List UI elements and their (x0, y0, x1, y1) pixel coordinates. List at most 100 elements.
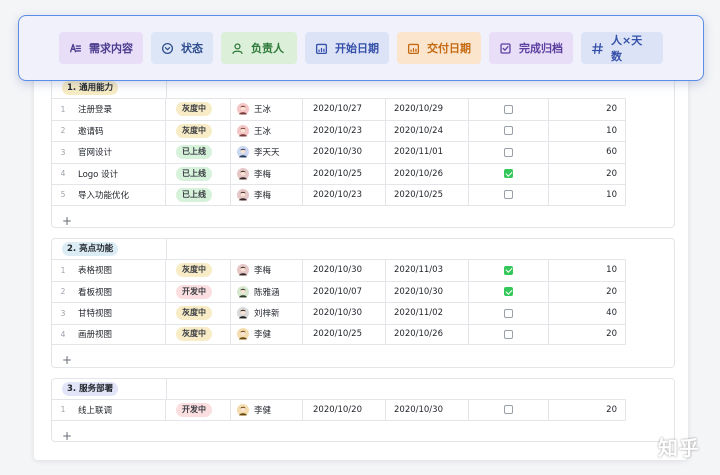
archive-cell[interactable] (469, 142, 549, 163)
start-date-cell[interactable]: 2020/10/25 (303, 324, 386, 344)
man-days-cell[interactable]: 20 (549, 281, 626, 302)
start-date-cell[interactable]: 2020/10/30 (303, 260, 386, 281)
table-row[interactable]: 4 Logo 设计 已上线 李梅 2020/10/25 2020/10/26 20 (52, 162, 626, 184)
archive-cell[interactable] (469, 303, 549, 324)
start-date-cell[interactable]: 2020/10/30 (303, 142, 386, 163)
end-date-cell[interactable]: 2020/10/26 (386, 324, 469, 344)
table-row[interactable]: 4 画册视图 灰度中 李健 2020/10/25 2020/10/26 20 (52, 323, 626, 345)
status-cell[interactable]: 开发中 (166, 281, 231, 302)
end-date-cell[interactable]: 2020/10/26 (386, 163, 469, 184)
checkbox-unchecked[interactable] (504, 104, 513, 114)
owner-cell[interactable]: 李梅 (231, 185, 303, 205)
checkbox-unchecked[interactable] (504, 329, 513, 339)
owner-cell[interactable]: 陈雅涵 (231, 281, 303, 302)
table-row[interactable]: 3 甘特视图 灰度中 刘梓新 2020/10/30 2020/11/02 40 (52, 302, 626, 324)
group-header[interactable]: 2. 亮点功能 (52, 239, 167, 259)
status-cell[interactable]: 灰度中 (166, 120, 231, 141)
checkbox-checked[interactable] (504, 169, 513, 179)
man-days-cell[interactable]: 20 (549, 99, 626, 120)
requirement-cell[interactable]: 注册登录 (74, 99, 166, 120)
end-date-cell[interactable]: 2020/10/30 (386, 281, 469, 302)
end-date-cell[interactable]: 2020/11/01 (386, 142, 469, 163)
end-date-cell[interactable]: 2020/10/24 (386, 120, 469, 141)
man-days-cell[interactable]: 20 (549, 324, 626, 344)
archive-cell[interactable] (469, 260, 549, 281)
status-cell[interactable]: 灰度中 (166, 99, 231, 120)
status-cell[interactable]: 灰度中 (166, 324, 231, 344)
end-date-cell[interactable]: 2020/11/03 (386, 260, 469, 281)
field-chip-4[interactable]: 交付日期 (397, 32, 481, 64)
table-row[interactable]: 2 邀请码 灰度中 王冰 2020/10/23 2020/10/24 10 (52, 119, 626, 141)
archive-cell[interactable] (469, 120, 549, 141)
requirement-cell[interactable]: Logo 设计 (74, 163, 166, 184)
owner-cell[interactable]: 李天天 (231, 142, 303, 163)
owner-cell[interactable]: 王冰 (231, 120, 303, 141)
owner-cell[interactable]: 王冰 (231, 99, 303, 120)
requirement-cell[interactable]: 看板视图 (74, 281, 166, 302)
man-days-cell[interactable]: 10 (549, 120, 626, 141)
table-row[interactable]: 2 看板视图 开发中 陈雅涵 2020/10/07 2020/10/30 20 (52, 280, 626, 302)
table-row[interactable]: 1 注册登录 灰度中 王冰 2020/10/27 2020/10/29 20 (52, 98, 626, 120)
status-cell[interactable]: 已上线 (166, 185, 231, 205)
man-days-cell[interactable]: 40 (549, 303, 626, 324)
field-chip-3[interactable]: 开始日期 (305, 32, 389, 64)
archive-cell[interactable] (469, 400, 549, 420)
add-row-button[interactable]: + (62, 354, 72, 366)
field-chip-5[interactable]: 完成归档 (489, 32, 573, 64)
table-row[interactable]: 1 表格视图 灰度中 李梅 2020/10/30 2020/11/03 10 (52, 259, 626, 281)
owner-cell[interactable]: 李梅 (231, 163, 303, 184)
table-row[interactable]: 1 线上联调 开发中 李健 2020/10/20 2020/10/30 20 (52, 399, 626, 421)
requirement-cell[interactable]: 线上联调 (74, 400, 166, 420)
requirement-cell[interactable]: 画册视图 (74, 324, 166, 344)
start-date-cell[interactable]: 2020/10/27 (303, 99, 386, 120)
end-date-cell[interactable]: 2020/10/29 (386, 99, 469, 120)
man-days-cell[interactable]: 10 (549, 260, 626, 281)
owner-cell[interactable]: 李梅 (231, 260, 303, 281)
checkbox-unchecked[interactable] (504, 308, 513, 318)
end-date-cell[interactable]: 2020/10/25 (386, 185, 469, 205)
checkbox-unchecked[interactable] (504, 126, 513, 136)
end-date-cell[interactable]: 2020/10/30 (386, 400, 469, 420)
man-days-cell[interactable]: 10 (549, 185, 626, 205)
requirement-cell[interactable]: 甘特视图 (74, 303, 166, 324)
field-chip-2[interactable]: 负责人 (221, 32, 297, 64)
man-days-cell[interactable]: 20 (549, 400, 626, 420)
archive-cell[interactable] (469, 281, 549, 302)
status-cell[interactable]: 已上线 (166, 163, 231, 184)
start-date-cell[interactable]: 2020/10/23 (303, 185, 386, 205)
field-chip-1[interactable]: 状态 (151, 32, 213, 64)
man-days-cell[interactable]: 20 (549, 163, 626, 184)
start-date-cell[interactable]: 2020/10/20 (303, 400, 386, 420)
man-days-cell[interactable]: 60 (549, 142, 626, 163)
start-date-cell[interactable]: 2020/10/25 (303, 163, 386, 184)
checkbox-unchecked[interactable] (504, 147, 513, 157)
status-cell[interactable]: 已上线 (166, 142, 231, 163)
field-chip-0[interactable]: 需求内容 (59, 32, 143, 64)
start-date-cell[interactable]: 2020/10/30 (303, 303, 386, 324)
requirement-cell[interactable]: 导入功能优化 (74, 185, 166, 205)
end-date-cell[interactable]: 2020/11/02 (386, 303, 469, 324)
field-chip-6[interactable]: 人×天数 (581, 32, 663, 64)
checkbox-checked[interactable] (504, 265, 513, 275)
checkbox-unchecked[interactable] (504, 405, 513, 415)
group-header[interactable]: 1. 通用能力 (52, 78, 167, 98)
checkbox-unchecked[interactable] (504, 190, 513, 200)
status-cell[interactable]: 开发中 (166, 400, 231, 420)
status-cell[interactable]: 灰度中 (166, 303, 231, 324)
group-header[interactable]: 3. 服务部署 (52, 379, 167, 399)
add-row-button[interactable]: + (62, 430, 72, 442)
archive-cell[interactable] (469, 99, 549, 120)
owner-cell[interactable]: 李健 (231, 400, 303, 420)
owner-cell[interactable]: 李健 (231, 324, 303, 344)
requirement-cell[interactable]: 表格视图 (74, 260, 166, 281)
table-row[interactable]: 3 官网设计 已上线 李天天 2020/10/30 2020/11/01 60 (52, 141, 626, 163)
archive-cell[interactable] (469, 185, 549, 205)
table-row[interactable]: 5 导入功能优化 已上线 李梅 2020/10/23 2020/10/25 10 (52, 184, 626, 206)
add-row-button[interactable]: + (62, 215, 72, 227)
requirement-cell[interactable]: 官网设计 (74, 142, 166, 163)
requirement-cell[interactable]: 邀请码 (74, 120, 166, 141)
start-date-cell[interactable]: 2020/10/07 (303, 281, 386, 302)
start-date-cell[interactable]: 2020/10/23 (303, 120, 386, 141)
status-cell[interactable]: 灰度中 (166, 260, 231, 281)
archive-cell[interactable] (469, 324, 549, 344)
